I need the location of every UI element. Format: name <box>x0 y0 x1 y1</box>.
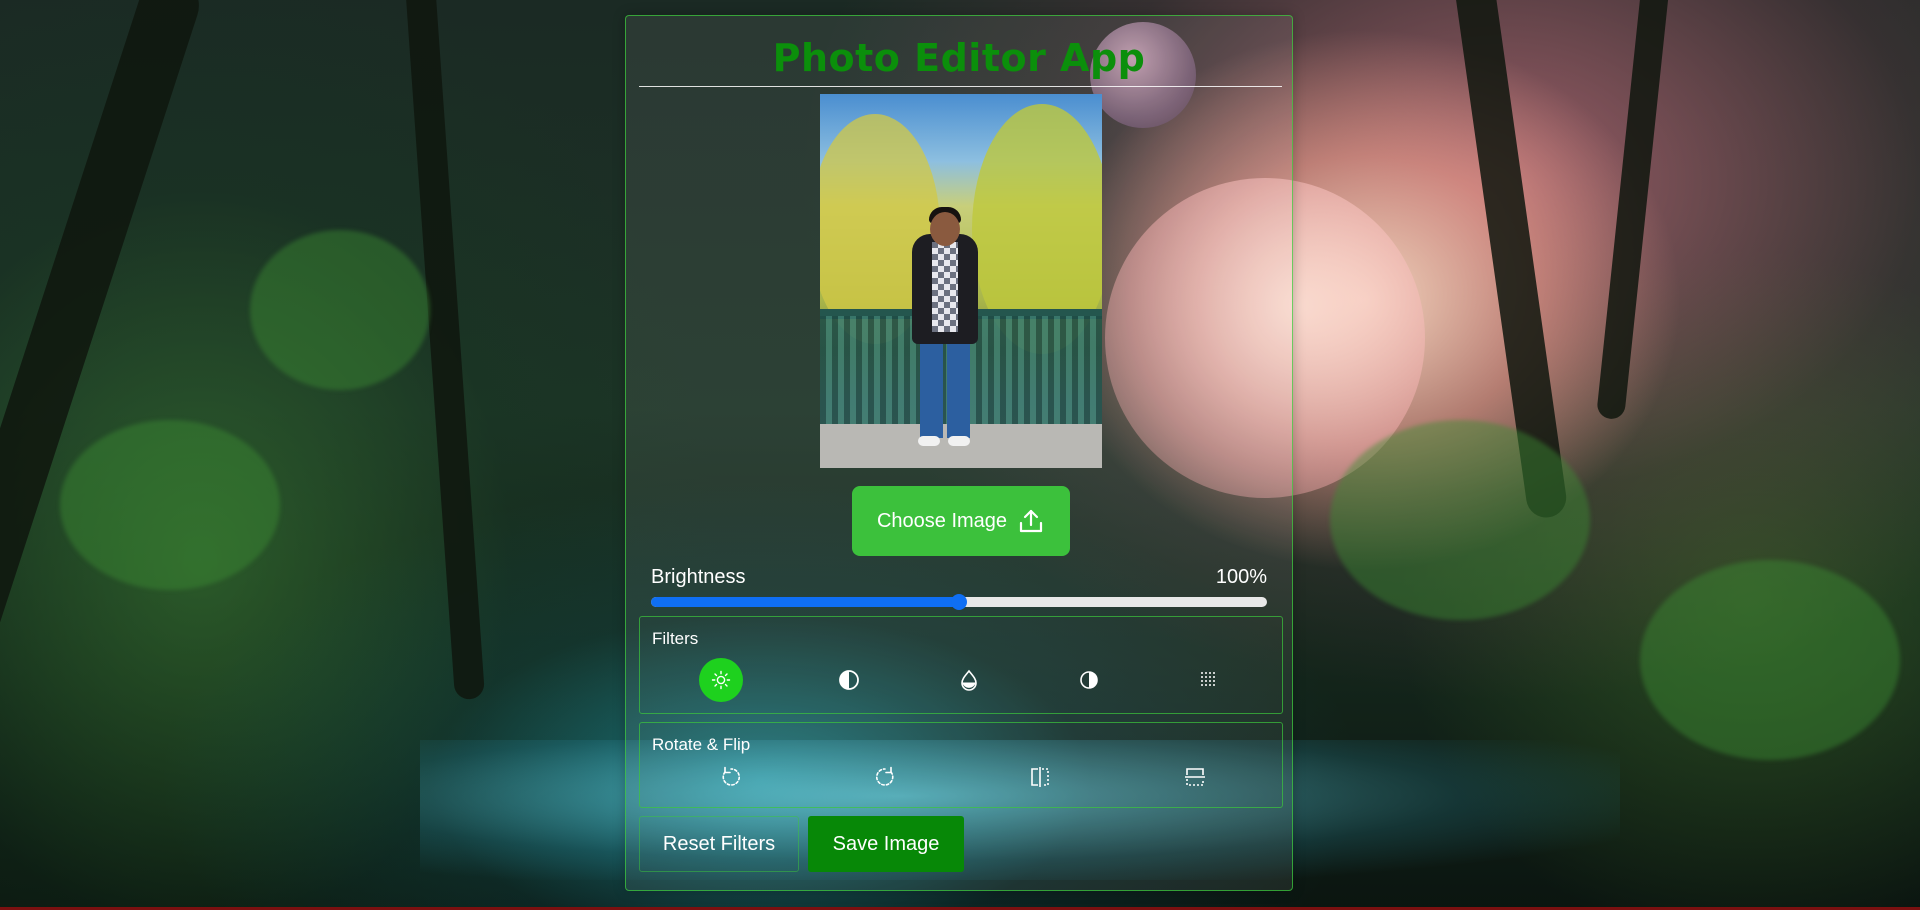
flip-vertical-icon <box>1183 765 1207 789</box>
choose-image-label: Choose Image <box>876 509 1008 532</box>
brightness-value: 100% <box>1215 566 1267 588</box>
filter-grayscale-button[interactable] <box>1067 658 1111 702</box>
filters-title: Filters <box>652 629 699 648</box>
slider-fill <box>651 597 959 607</box>
choose-image-button[interactable]: Choose Image <box>852 486 1070 556</box>
droplet-icon <box>959 669 979 691</box>
editor-panel: Photo Editor App Choose Image Brightness… <box>625 15 1293 891</box>
filters-group: Filters <box>639 616 1283 714</box>
background-tree <box>1596 0 1672 421</box>
rotate-flip-title: Rotate & Flip <box>652 735 751 754</box>
grid-dots-icon <box>1200 671 1218 689</box>
brightness-label: Brightness <box>651 566 746 588</box>
rotate-right-button[interactable] <box>869 761 901 793</box>
app-title: Photo Editor App <box>772 36 1146 80</box>
filter-blur-button[interactable] <box>1187 658 1231 702</box>
flip-horizontal-icon <box>1028 765 1052 789</box>
background-foliage <box>1640 560 1900 760</box>
half-circle-icon <box>838 669 860 691</box>
filter-contrast-button[interactable] <box>827 658 871 702</box>
contrast-icon <box>1079 670 1099 690</box>
background-foliage <box>250 230 430 390</box>
background-foliage <box>60 420 280 590</box>
filter-brightness-button[interactable] <box>699 658 743 702</box>
image-preview <box>820 94 1102 468</box>
slider-thumb[interactable] <box>951 594 967 610</box>
flip-horizontal-button[interactable] <box>1024 761 1056 793</box>
rotate-right-icon <box>873 765 897 789</box>
filter-saturation-button[interactable] <box>947 658 991 702</box>
rotate-flip-group: Rotate & Flip <box>639 722 1283 808</box>
flip-vertical-button[interactable] <box>1179 761 1211 793</box>
save-image-button[interactable]: Save Image <box>808 816 964 872</box>
rotate-left-icon <box>719 765 743 789</box>
upload-icon <box>1017 507 1045 535</box>
title-divider <box>639 86 1282 87</box>
brightness-slider[interactable] <box>651 594 1267 610</box>
sun-icon <box>711 670 731 690</box>
background-foliage <box>1330 420 1590 620</box>
rotate-left-button[interactable] <box>715 761 747 793</box>
reset-filters-button[interactable]: Reset Filters <box>639 816 799 872</box>
